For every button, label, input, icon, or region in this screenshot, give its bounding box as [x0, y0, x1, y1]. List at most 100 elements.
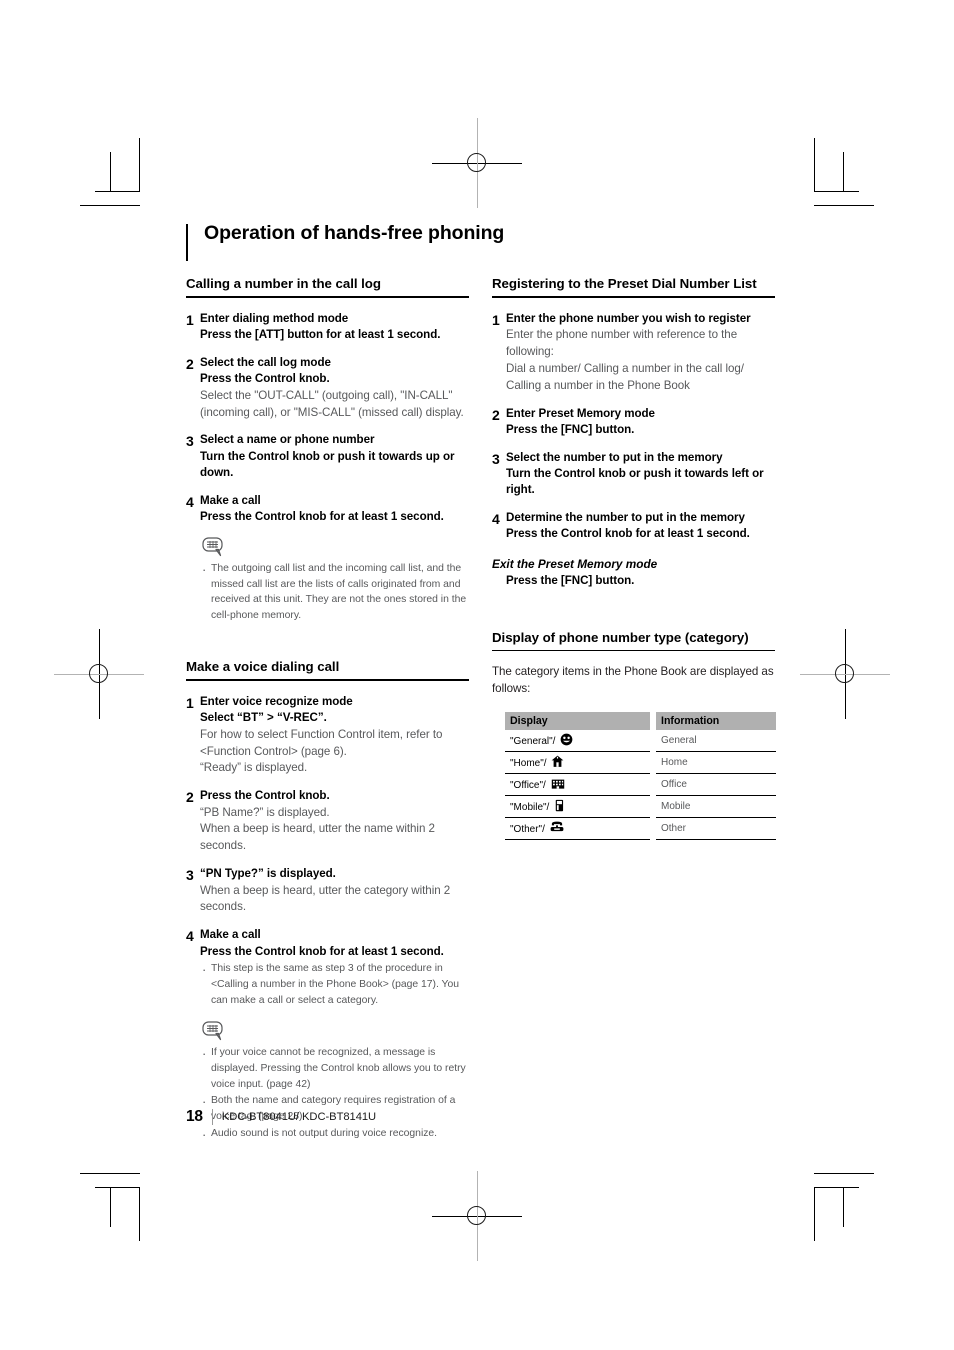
page-title: Operation of hands-free phoning — [204, 222, 505, 244]
step-bold-line: Enter dialing method mode — [200, 312, 349, 325]
step-bold-line: Press the [ATT] button for at least 1 se… — [200, 328, 441, 342]
step-normal-line: When a beep is heard, utter the name wit… — [200, 822, 435, 853]
step-bold-line: Make a call — [200, 493, 261, 507]
crop-mark-bottom-left-h1 — [95, 1187, 140, 1188]
step-normal-line: “PB Name?” is displayed. — [200, 805, 330, 819]
note-item: The outgoing call list and the incoming … — [200, 560, 469, 625]
step-bold-line: Enter the phone number you wish to regis… — [506, 312, 751, 325]
step-item: 3 Select a name or phone number Turn the… — [186, 432, 469, 481]
display-label: "Other"/ — [510, 824, 545, 836]
crop-mark-top-right-h1 — [814, 191, 859, 192]
step-item: 1 Enter the phone number you wish to reg… — [492, 311, 775, 395]
step-item: 2 Press the Control knob. “PB Name?” is … — [186, 788, 469, 855]
table-row: "Office"/ Office — [505, 773, 776, 797]
section-heading: Registering to the Preset Dial Number Li… — [492, 276, 757, 292]
step-number: 2 — [492, 406, 500, 423]
telephone-icon — [550, 821, 564, 832]
step-number: 4 — [492, 510, 500, 527]
page-number: 18 — [186, 1108, 203, 1125]
step-body: Select the number to put in the memory T… — [506, 450, 775, 499]
table-row: "Mobile"/ Mobile — [505, 795, 776, 819]
display-label: "Office"/ — [510, 780, 546, 792]
step-bold-line: Press the Control knob. — [200, 789, 330, 803]
table-cell-information: Office — [656, 773, 776, 797]
two-column-layout: Calling a number in the call log 1 Enter… — [186, 275, 776, 1145]
step-bold-line: Determine the number to put in the memor… — [506, 510, 745, 524]
chapter-header: Operation of hands-free phoning — [186, 222, 776, 261]
section-display-of-phone-number-type: Display of phone number type (category) … — [492, 629, 776, 841]
step-body: Make a call Press the Control knob for a… — [200, 927, 469, 1010]
table-row: "Home"/ Home — [505, 751, 776, 775]
crop-mark-bottom-right-h1 — [814, 1187, 859, 1188]
note-item: If your voice cannot be recognized, a me… — [200, 1044, 469, 1093]
step-normal-line: “Ready” is displayed. — [200, 761, 308, 775]
step-body: Select the call log mode Press the Contr… — [200, 355, 469, 422]
note-bubble-icon — [202, 537, 223, 556]
step-number: 1 — [186, 312, 194, 328]
step-number: 4 — [186, 493, 194, 510]
section-rule — [492, 296, 775, 298]
crop-mark-top-left-v1 — [110, 152, 111, 192]
step-bold-line: Select the number to put in the memory — [506, 450, 723, 464]
office-building-icon — [551, 779, 564, 789]
table-cell-display: "Office"/ — [505, 773, 650, 797]
table-row: "Other"/ Other — [505, 817, 776, 841]
step-bold-line: Press the Control knob for at least 1 se… — [200, 510, 444, 524]
crop-mark-top-left-h2 — [80, 205, 140, 206]
step-bold-line: Press the [FNC] button. — [506, 423, 635, 437]
step-bold-line: Press the Control knob for at least 1 se… — [506, 527, 750, 541]
table-cell-information: Home — [656, 751, 776, 775]
step-number: 4 — [186, 928, 194, 945]
crop-mark-top-left-h1 — [95, 191, 140, 192]
step-item: 4 Determine the number to put in the mem… — [492, 510, 775, 543]
step-normal-line: Enter the phone number with reference to… — [506, 328, 738, 359]
section-rule — [186, 296, 469, 298]
step-item: 3 “PN Type?” is displayed. When a beep i… — [186, 866, 469, 916]
step-bold-line: Press the Control knob. — [200, 372, 330, 386]
table-cell-display: "Mobile"/ — [505, 795, 650, 819]
section-heading: Display of phone number type (category) — [492, 629, 749, 645]
step-bullet-item: This step is the same as step 3 of the p… — [200, 960, 469, 1009]
section-intro-text: The category items in the Phone Book are… — [492, 665, 774, 696]
note-item: Audio sound is not output during voice r… — [200, 1125, 469, 1145]
step-number: 1 — [186, 694, 194, 711]
step-body: Press the Control knob. “PB Name?” is di… — [200, 788, 469, 855]
step-bold-line: Enter voice recognize mode — [200, 694, 353, 708]
table-cell-display: "General"/ — [505, 730, 650, 753]
table-header-row: Display Information — [505, 711, 776, 731]
crop-mark-bottom-left-h2 — [80, 1173, 140, 1174]
note-list: The outgoing call list and the incoming … — [200, 560, 469, 625]
step-bullet-list: This step is the same as step 3 of the p… — [200, 960, 469, 1009]
crop-mark-bottom-left-v1 — [110, 1187, 111, 1227]
section-rule — [186, 679, 469, 681]
step-normal-line: When a beep is heard, utter the category… — [200, 883, 451, 914]
table-column-header-display: Display — [505, 711, 650, 731]
step-item: 1 Enter dialing method mode Press the [A… — [186, 311, 469, 344]
crop-mark-bottom-right-v1 — [843, 1187, 844, 1227]
step-bold-line: Enter Preset Memory mode — [506, 406, 655, 420]
step-bold-line: Select “BT” > “V-REC”. — [200, 711, 327, 725]
crop-mark-top-right-h2 — [814, 205, 874, 206]
crop-mark-bottom-right-v2 — [814, 1187, 815, 1241]
step-number: 3 — [186, 867, 194, 884]
step-item: 4 Make a call Press the Control knob for… — [186, 927, 469, 1010]
page-footer: 18 KDC-BT8041U/ KDC-BT8141U — [186, 1108, 376, 1126]
exit-mode-heading: Exit the Preset Memory mode — [492, 556, 658, 571]
section-heading: Calling a number in the call log — [186, 276, 381, 292]
display-label: "Mobile"/ — [510, 802, 550, 814]
exit-mode-block: Exit the Preset Memory mode Press the [F… — [492, 556, 775, 590]
note-bubble-icon — [202, 1021, 223, 1040]
page-content: Operation of hands-free phoning Calling … — [186, 222, 776, 1145]
section-rule — [492, 649, 775, 652]
crop-mark-top-right-v2 — [814, 138, 815, 192]
step-bold-line: Turn the Control knob or push it towards… — [506, 467, 764, 497]
step-bold-line: Press the Control knob for at least 1 se… — [200, 944, 444, 958]
step-normal-line: Dial a number/ Calling a number in the c… — [506, 362, 744, 392]
step-number: 1 — [492, 312, 500, 328]
section-registering-to-the-preset-dial-number-list: Registering to the Preset Dial Number Li… — [492, 275, 775, 589]
step-item: 1 Enter voice recognize mode Select “BT”… — [186, 694, 469, 777]
step-number: 3 — [492, 450, 500, 467]
step-body: Select a name or phone number Turn the C… — [200, 432, 469, 481]
footer-divider — [211, 1109, 213, 1125]
step-body: Enter the phone number you wish to regis… — [506, 311, 775, 395]
